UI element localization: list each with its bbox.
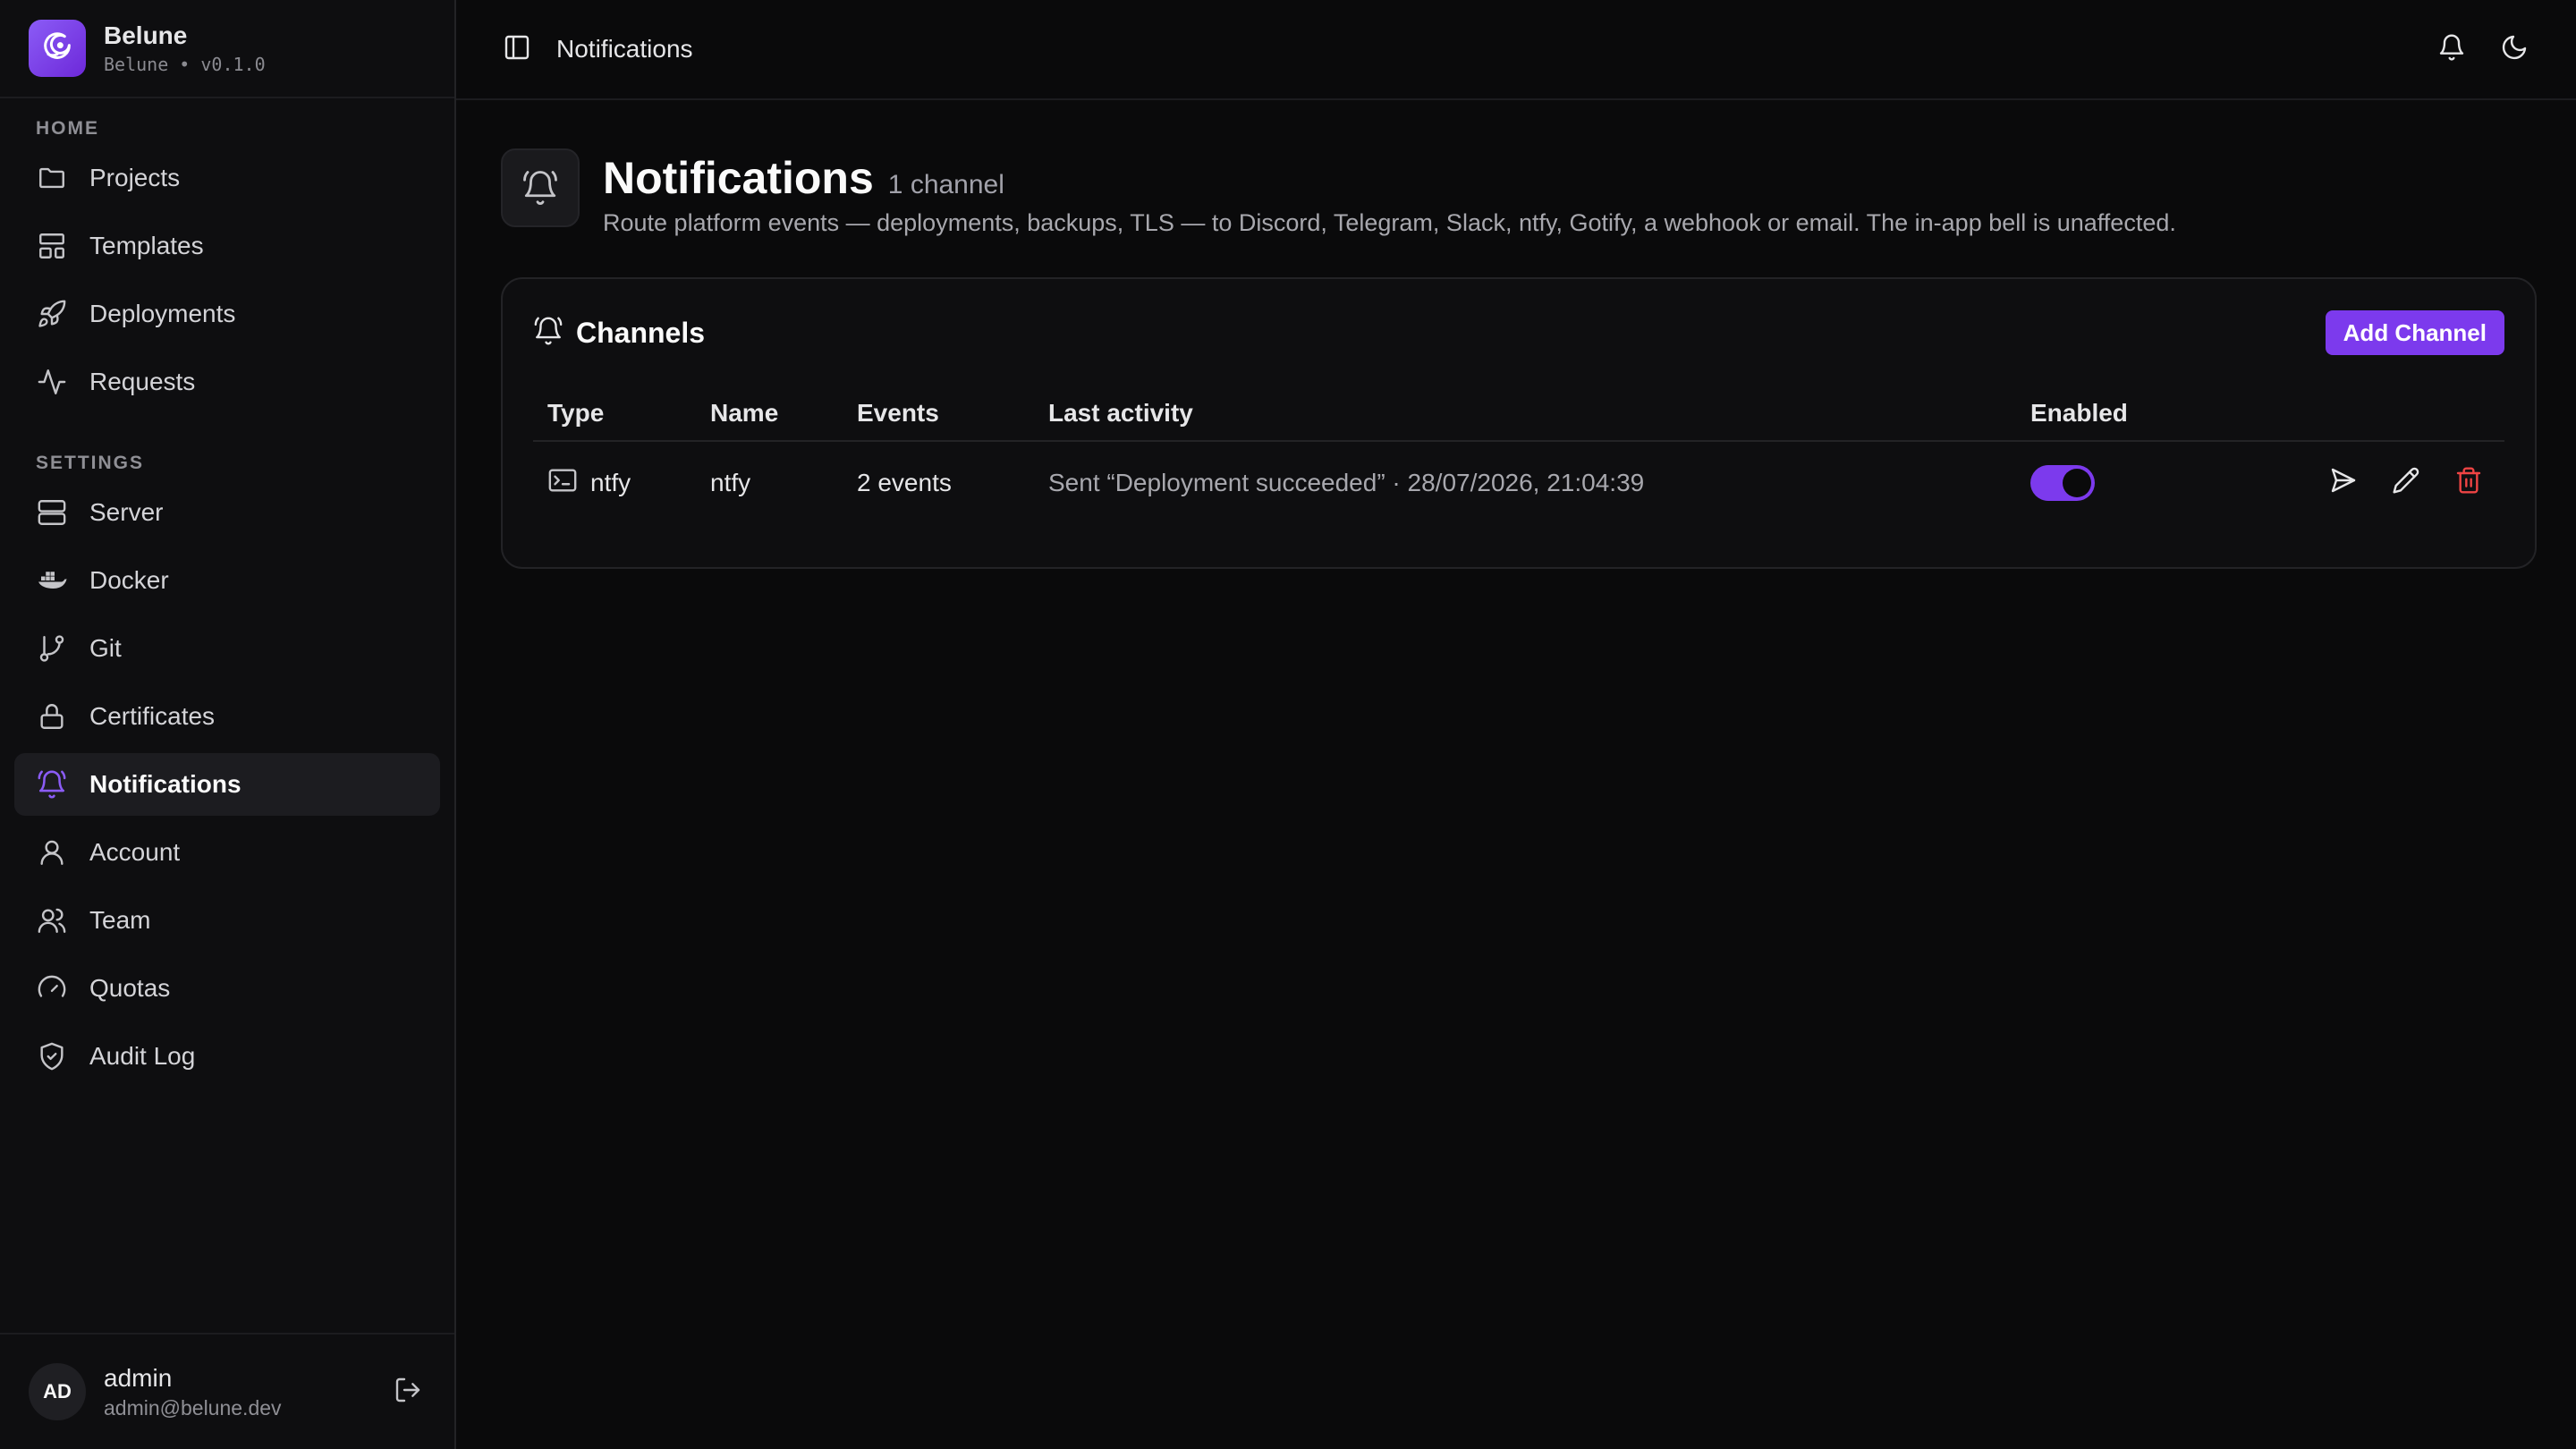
channel-events: 2 events	[857, 469, 952, 496]
page-header: Notifications 1 channel Route platform e…	[456, 100, 2576, 237]
channel-count: 1 channel	[887, 170, 1004, 199]
user-icon	[36, 836, 68, 869]
sidebar-item-label: Git	[89, 634, 122, 662]
sidebar-item-label: Deployments	[89, 300, 236, 327]
sidebar: Belune Belune • v0.1.0 HOME Projects Tem…	[0, 0, 456, 1449]
notifications-bell-button[interactable]	[2433, 30, 2470, 68]
terminal-icon	[547, 465, 578, 502]
sidebar-item-label: Certificates	[89, 702, 216, 730]
channel-enabled-toggle[interactable]	[2030, 465, 2095, 501]
avatar: AD	[29, 1363, 86, 1420]
server-icon	[36, 496, 68, 529]
brand-name: Belune	[104, 21, 188, 49]
pencil-icon	[2392, 466, 2420, 501]
channel-type: ntfy	[590, 469, 631, 496]
channels-title: Channels	[576, 316, 706, 349]
column-header-type: Type	[547, 399, 605, 427]
sidebar-item-quotas[interactable]: Quotas	[14, 957, 440, 1020]
sidebar-item-certificates[interactable]: Certificates	[14, 685, 440, 748]
gauge-icon	[36, 972, 68, 1004]
sidebar-item-label: Server	[89, 498, 164, 526]
bell-icon	[501, 148, 580, 227]
table-header: Type Name Events Last activity Enabled	[533, 386, 2504, 442]
section-label-home: HOME	[36, 118, 99, 139]
users-icon	[36, 904, 68, 936]
sidebar-item-team[interactable]: Team	[14, 889, 440, 952]
docker-icon	[36, 564, 68, 597]
sidebar-item-git[interactable]: Git	[14, 617, 440, 680]
logout-icon	[394, 1376, 422, 1409]
table-row: ntfy ntfy 2 events Sent “Deployment succ…	[533, 442, 2504, 524]
sidebar-item-audit-log[interactable]: Audit Log	[14, 1025, 440, 1088]
folder-icon	[36, 162, 68, 194]
breadcrumb: Notifications	[556, 35, 693, 63]
shield-check-icon	[36, 1040, 68, 1072]
channel-last-activity: Sent “Deployment succeeded” · 28/07/2026…	[1048, 469, 1645, 496]
column-header-name: Name	[710, 399, 779, 427]
activity-icon	[36, 366, 68, 398]
sidebar-item-label: Docker	[89, 566, 169, 594]
sidebar-item-projects[interactable]: Projects	[14, 147, 440, 209]
sidebar-toggle-button[interactable]	[499, 31, 535, 67]
brand-version: Belune • v0.1.0	[104, 54, 266, 75]
toggle-knob	[2063, 469, 2091, 497]
sidebar-item-label: Requests	[89, 368, 196, 395]
sidebar-item-docker[interactable]: Docker	[14, 549, 440, 612]
sidebar-item-requests[interactable]: Requests	[14, 351, 440, 413]
sidebar-item-label: Team	[89, 906, 151, 934]
logout-button[interactable]	[390, 1374, 426, 1410]
sidebar-item-templates[interactable]: Templates	[14, 215, 440, 277]
topbar: Notifications	[456, 0, 2576, 100]
bell-icon	[2437, 33, 2466, 66]
panel-left-icon	[503, 33, 531, 66]
sidebar-item-server[interactable]: Server	[14, 481, 440, 544]
column-header-enabled: Enabled	[2030, 399, 2128, 427]
send-icon	[2329, 466, 2358, 501]
bell-icon	[533, 316, 564, 351]
bell-icon	[36, 768, 68, 801]
sidebar-item-account[interactable]: Account	[14, 821, 440, 884]
user-name: admin	[104, 1363, 173, 1392]
column-header-events: Events	[857, 399, 939, 427]
sidebar-item-label: Templates	[89, 232, 204, 259]
trash-icon	[2454, 466, 2483, 501]
column-header-last-activity: Last activity	[1048, 399, 1193, 427]
test-channel-button[interactable]	[2326, 465, 2361, 501]
sidebar-item-label: Account	[89, 838, 181, 866]
add-channel-button[interactable]: Add Channel	[2325, 310, 2504, 355]
brand-header[interactable]: Belune Belune • v0.1.0	[0, 0, 454, 98]
sidebar-item-label: Audit Log	[89, 1042, 196, 1070]
lock-icon	[36, 700, 68, 733]
sidebar-item-deployments[interactable]: Deployments	[14, 283, 440, 345]
page-title: Notifications	[603, 153, 874, 203]
sidebar-item-notifications[interactable]: Notifications	[14, 753, 440, 816]
moon-icon	[2500, 33, 2529, 66]
belune-logo-icon	[29, 20, 86, 77]
sidebar-item-label: Notifications	[89, 770, 242, 798]
delete-channel-button[interactable]	[2451, 465, 2487, 501]
nav-home: Projects Templates Deployments Requests	[0, 147, 454, 413]
theme-toggle-button[interactable]	[2496, 30, 2533, 68]
user-email: admin@belune.dev	[104, 1395, 282, 1419]
page-description: Route platform events — deployments, bac…	[603, 209, 2176, 236]
edit-channel-button[interactable]	[2388, 465, 2424, 501]
section-label-settings: SETTINGS	[36, 453, 145, 473]
nav-settings: Server Docker Git Certificates Notificat…	[0, 481, 454, 1088]
layout-icon	[36, 230, 68, 262]
git-branch-icon	[36, 632, 68, 665]
sidebar-item-label: Quotas	[89, 974, 171, 1002]
channel-name: ntfy	[710, 469, 751, 496]
user-menu[interactable]: AD admin admin@belune.dev	[0, 1333, 454, 1449]
main-content: Notifications Notifications 1 channel Ro…	[456, 0, 2576, 1449]
channels-card: Channels Add Channel Type Name Events La…	[501, 277, 2537, 569]
sidebar-item-label: Projects	[89, 164, 181, 191]
rocket-icon	[36, 298, 68, 330]
